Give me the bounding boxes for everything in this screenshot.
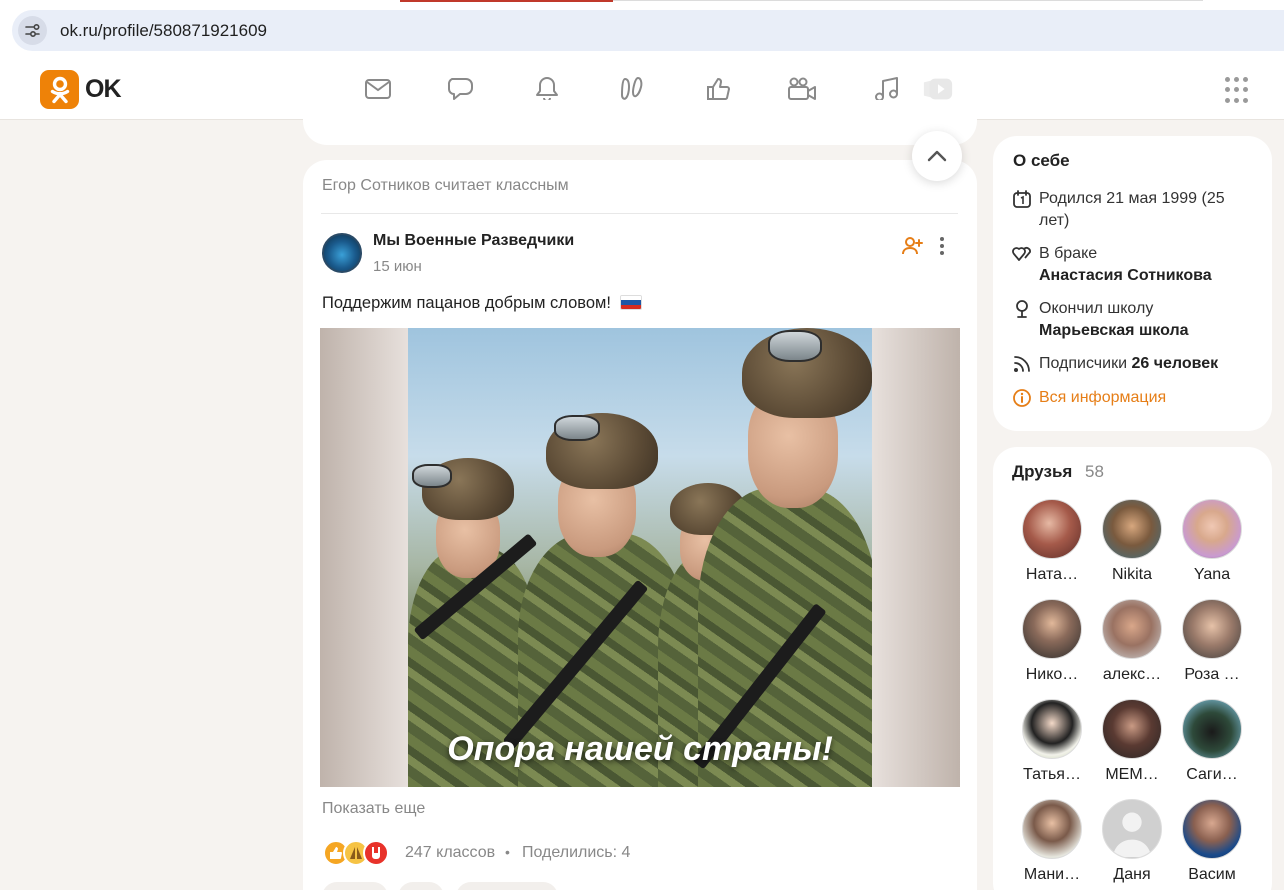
friend-name: Nikita: [1111, 566, 1152, 583]
friend-name: алекс…: [1102, 666, 1162, 683]
friend-name: Саги…: [1186, 766, 1238, 783]
friend-avatar: [1022, 499, 1082, 559]
post-text-content: Поддержим пацанов добрым словом!: [322, 294, 611, 312]
page-load-indicator: [400, 0, 613, 2]
group-avatar[interactable]: [322, 233, 362, 273]
ok-logo[interactable]: OK: [40, 70, 121, 109]
friend-name: МЕМ…: [1105, 766, 1159, 783]
rss-icon: [1014, 356, 1030, 372]
likes-count[interactable]: 247 классов: [405, 844, 495, 862]
post-image[interactable]: Опора нашей страны!: [320, 328, 960, 787]
soldiers-poster-image: Опора нашей страны!: [408, 328, 872, 787]
friend-avatar: [1102, 599, 1162, 659]
birthday-row: Родился 21 мая 1999 (25 лет): [1012, 188, 1258, 232]
more-options-icon[interactable]: [932, 235, 952, 257]
rock-hand-icon: [363, 840, 389, 866]
apps-grid-icon[interactable]: [1225, 77, 1252, 104]
friend-item[interactable]: Nikita: [1092, 499, 1172, 584]
friend-item[interactable]: Татья…: [1012, 699, 1092, 784]
friend-name: Мани…: [1023, 866, 1081, 883]
friend-item[interactable]: Мани…: [1012, 799, 1092, 884]
like-button[interactable]: [456, 882, 558, 890]
join-group-icon[interactable]: [901, 235, 923, 257]
friend-item[interactable]: Ната…: [1012, 499, 1092, 584]
friend-item[interactable]: МЕМ…: [1092, 699, 1172, 784]
scroll-to-top-button[interactable]: [912, 131, 962, 181]
friend-item[interactable]: Даня: [1092, 799, 1172, 884]
friend-avatar: [1182, 799, 1242, 859]
post-text: Поддержим пацанов добрым словом!: [322, 294, 642, 313]
comment-button[interactable]: [322, 882, 388, 890]
ok-logo-icon: [40, 70, 79, 109]
post-date[interactable]: 15 июн: [373, 258, 422, 275]
friend-name: Нико…: [1025, 666, 1079, 683]
subscribers-value: 26 человек: [1131, 355, 1219, 372]
poster-caption: Опора нашей страны!: [447, 730, 833, 768]
info-icon: [1013, 389, 1031, 407]
friends-count[interactable]: 58: [1085, 462, 1104, 482]
default-avatar-icon: [1102, 799, 1162, 859]
friend-avatar: [1182, 599, 1242, 659]
subscribers-label: Подписчики: [1039, 355, 1128, 372]
school-label: Окончил школу: [1039, 300, 1154, 317]
all-info-link[interactable]: Вся информация: [1039, 387, 1166, 409]
friend-item[interactable]: Васим: [1172, 799, 1252, 884]
hearts-icon: [1012, 247, 1031, 261]
url-text[interactable]: ok.ru/profile/580871921609: [60, 21, 267, 41]
post-divider: [321, 213, 958, 214]
spouse-link[interactable]: Анастасия Сотникова: [1039, 267, 1212, 284]
friend-name: Yana: [1193, 566, 1231, 583]
friend-avatar: [1102, 699, 1162, 759]
chevron-up-icon: [927, 150, 947, 162]
friend-item[interactable]: Роза …: [1172, 599, 1252, 684]
school-link[interactable]: Марьевская школа: [1039, 322, 1189, 339]
liked-by-text[interactable]: Егор Сотников считает классным: [322, 177, 569, 195]
friend-item[interactable]: Нико…: [1012, 599, 1092, 684]
friend-name: Роза …: [1184, 666, 1240, 683]
marriage-label: В браке: [1039, 245, 1098, 262]
previous-post-card: [303, 100, 977, 145]
ok-logo-text: OK: [85, 75, 121, 103]
all-info-row[interactable]: Вся информация: [1012, 387, 1166, 409]
marriage-row: В браке Анастасия Сотникова: [1012, 243, 1212, 287]
show-more-link[interactable]: Показать еще: [322, 800, 425, 818]
friend-avatar: [1022, 599, 1082, 659]
reactions-group[interactable]: [323, 840, 389, 866]
friend-name: Татья…: [1023, 766, 1081, 783]
friend-name: Даня: [1113, 866, 1151, 883]
subscribers-row[interactable]: Подписчики 26 человек: [1012, 353, 1218, 375]
friend-name: Ната…: [1025, 566, 1079, 583]
russian-flag-icon: [619, 295, 642, 310]
shares-count[interactable]: Поделились: 4: [522, 844, 630, 862]
friend-avatar: [1182, 499, 1242, 559]
friend-item[interactable]: алекс…: [1092, 599, 1172, 684]
friend-item[interactable]: Yana: [1172, 499, 1252, 584]
calendar-icon: [1013, 190, 1031, 208]
friend-avatar: [1102, 499, 1162, 559]
friend-avatar: [1022, 799, 1082, 859]
stats-separator: •: [505, 844, 510, 860]
tab-strip-divider: [613, 0, 1203, 1]
friend-item[interactable]: Саги…: [1172, 699, 1252, 784]
friends-title[interactable]: Друзья: [1012, 462, 1072, 482]
friend-name: Васим: [1188, 866, 1236, 883]
about-title: О себе: [1013, 151, 1070, 170]
birthday-text: Родился 21 мая 1999 (25 лет): [1039, 190, 1225, 229]
group-name-link[interactable]: Мы Военные Разведчики: [373, 232, 574, 250]
school-row: Окончил школу Марьевская школа: [1012, 298, 1189, 342]
site-settings-icon[interactable]: [18, 16, 47, 45]
browser-toolbar: ok.ru/profile/580871921609: [0, 0, 1284, 60]
address-bar[interactable]: ok.ru/profile/580871921609: [12, 10, 1284, 51]
friend-avatar: [1022, 699, 1082, 759]
friend-avatar: [1182, 699, 1242, 759]
school-icon: [1016, 300, 1028, 318]
